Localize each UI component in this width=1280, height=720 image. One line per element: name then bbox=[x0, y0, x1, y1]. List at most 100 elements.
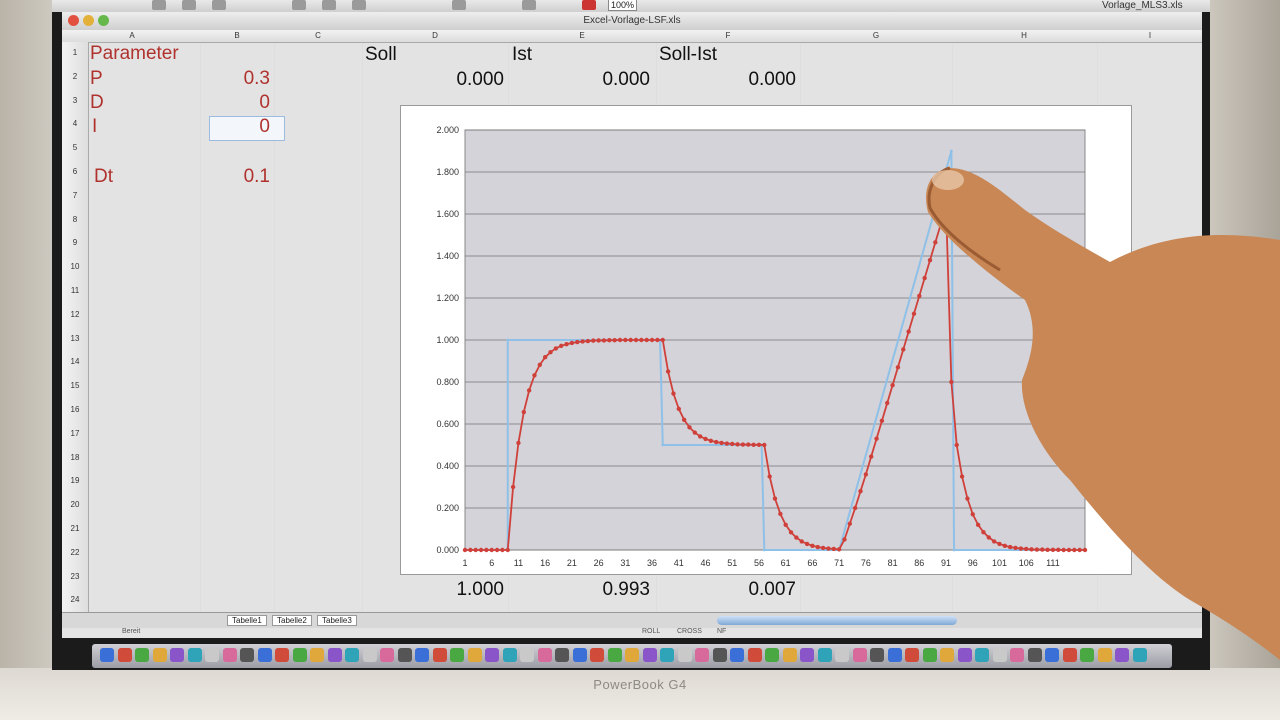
dock-app-icon[interactable] bbox=[450, 648, 464, 662]
cell-b2[interactable]: 0.3 bbox=[202, 68, 270, 90]
cell-d24[interactable]: 1.000 bbox=[362, 579, 504, 601]
dock-app-icon[interactable] bbox=[1062, 648, 1077, 662]
dock-app-icon[interactable] bbox=[467, 648, 482, 662]
dock-app-icon[interactable] bbox=[1132, 648, 1147, 662]
dock-app-icon[interactable] bbox=[152, 648, 167, 662]
column-header-i[interactable]: I bbox=[1140, 31, 1160, 40]
dock-app-icon[interactable] bbox=[362, 648, 377, 662]
row-header-19[interactable]: 19 bbox=[62, 476, 88, 485]
autosum-icon[interactable] bbox=[452, 0, 466, 10]
dock-app-icon[interactable] bbox=[380, 648, 394, 662]
dock-app-icon[interactable] bbox=[660, 648, 674, 662]
row-header-5[interactable]: 5 bbox=[62, 143, 88, 152]
dock-app-icon[interactable] bbox=[765, 648, 779, 662]
row-header-1[interactable]: 1 bbox=[62, 48, 88, 57]
dock-app-icon[interactable] bbox=[100, 648, 114, 662]
dock-app-icon[interactable] bbox=[170, 648, 184, 662]
horizontal-scrollbar[interactable] bbox=[717, 616, 957, 625]
dock-app-icon[interactable] bbox=[835, 648, 849, 662]
dock-app-icon[interactable] bbox=[642, 648, 657, 662]
dock-app-icon[interactable] bbox=[205, 648, 219, 662]
cell-a2[interactable]: P bbox=[90, 68, 103, 90]
cell-a1[interactable]: Parameter bbox=[90, 43, 179, 65]
cell-e24[interactable]: 0.993 bbox=[508, 579, 650, 601]
cell-a4[interactable]: I bbox=[92, 116, 97, 138]
dock-app-icon[interactable] bbox=[135, 648, 149, 662]
row-header-7[interactable]: 7 bbox=[62, 191, 88, 200]
row-header-12[interactable]: 12 bbox=[62, 310, 88, 319]
column-header-a[interactable]: A bbox=[122, 31, 142, 40]
column-header-d[interactable]: D bbox=[425, 31, 445, 40]
row-header-16[interactable]: 16 bbox=[62, 405, 88, 414]
dock-app-icon[interactable] bbox=[677, 648, 692, 662]
dock-app-icon[interactable] bbox=[310, 648, 324, 662]
row-header-10[interactable]: 10 bbox=[62, 262, 88, 271]
cell-b3[interactable]: 0 bbox=[202, 92, 270, 114]
row-header-22[interactable]: 22 bbox=[62, 548, 88, 557]
dock-app-icon[interactable] bbox=[992, 648, 1007, 662]
cell-b6[interactable]: 0.1 bbox=[202, 166, 270, 188]
dock-app-icon[interactable] bbox=[590, 648, 604, 662]
dock-app-icon[interactable] bbox=[572, 648, 587, 662]
row-header-20[interactable]: 20 bbox=[62, 500, 88, 509]
dock-app-icon[interactable] bbox=[957, 648, 972, 662]
dock-app-icon[interactable] bbox=[537, 648, 552, 662]
new-icon[interactable] bbox=[152, 0, 166, 10]
dock-app-icon[interactable] bbox=[345, 648, 359, 662]
row-header-15[interactable]: 15 bbox=[62, 381, 88, 390]
dock-app-icon[interactable] bbox=[1010, 648, 1024, 662]
row-header-3[interactable]: 3 bbox=[62, 96, 88, 105]
dock-app-icon[interactable] bbox=[415, 648, 429, 662]
dock-app-icon[interactable] bbox=[922, 648, 937, 662]
dock-app-icon[interactable] bbox=[870, 648, 884, 662]
cell-e2[interactable]: 0.000 bbox=[508, 69, 650, 91]
row-header-8[interactable]: 8 bbox=[62, 215, 88, 224]
row-header-9[interactable]: 9 bbox=[62, 238, 88, 247]
column-header-e[interactable]: E bbox=[572, 31, 592, 40]
sort-icon[interactable] bbox=[522, 0, 536, 10]
dock-app-icon[interactable] bbox=[887, 648, 902, 662]
dock-app-icon[interactable] bbox=[1080, 648, 1094, 662]
cell-a6[interactable]: Dt bbox=[94, 166, 113, 188]
dock-app-icon[interactable] bbox=[1115, 648, 1129, 662]
tab-tabelle2[interactable]: Tabelle2 bbox=[272, 615, 312, 626]
row-header-11[interactable]: 11 bbox=[62, 286, 88, 295]
dock-app-icon[interactable] bbox=[397, 648, 412, 662]
dock-app-icon[interactable] bbox=[1027, 648, 1042, 662]
dock-app-icon[interactable] bbox=[625, 648, 639, 662]
print-icon[interactable] bbox=[212, 0, 226, 10]
column-header-f[interactable]: F bbox=[718, 31, 738, 40]
row-header-24[interactable]: 24 bbox=[62, 595, 88, 604]
dock-app-icon[interactable] bbox=[485, 648, 499, 662]
dock-app-icon[interactable] bbox=[292, 648, 307, 662]
column-header-g[interactable]: G bbox=[866, 31, 886, 40]
cell-f2[interactable]: 0.000 bbox=[656, 69, 796, 91]
dock-app-icon[interactable] bbox=[555, 648, 569, 662]
dock-app-icon[interactable] bbox=[1045, 648, 1059, 662]
dock-app-icon[interactable] bbox=[117, 648, 132, 662]
cell-d1[interactable]: Soll bbox=[365, 44, 397, 66]
dock-app-icon[interactable] bbox=[800, 648, 814, 662]
dock-app-icon[interactable] bbox=[327, 648, 342, 662]
column-header-c[interactable]: C bbox=[308, 31, 328, 40]
cell-e1[interactable]: Ist bbox=[512, 44, 532, 66]
dock-app-icon[interactable] bbox=[712, 648, 727, 662]
row-header-18[interactable]: 18 bbox=[62, 453, 88, 462]
dock-app-icon[interactable] bbox=[502, 648, 517, 662]
dock-app-icon[interactable] bbox=[1097, 648, 1112, 662]
dock-app-icon[interactable] bbox=[257, 648, 272, 662]
cell-d2[interactable]: 0.000 bbox=[362, 69, 504, 91]
column-header-h[interactable]: H bbox=[1014, 31, 1034, 40]
cut-icon[interactable] bbox=[292, 0, 306, 10]
paste-icon[interactable] bbox=[352, 0, 366, 10]
copy-icon[interactable] bbox=[322, 0, 336, 10]
cell-f24[interactable]: 0.007 bbox=[656, 579, 796, 601]
row-header-14[interactable]: 14 bbox=[62, 357, 88, 366]
column-header-b[interactable]: B bbox=[227, 31, 247, 40]
cell-f1[interactable]: Soll-Ist bbox=[659, 44, 717, 66]
chart[interactable]: 0.000 0.200 0.400 0.600 0.800 1.000 1.200 1.400… bbox=[400, 105, 1132, 575]
row-header-6[interactable]: 6 bbox=[62, 167, 88, 176]
tab-tabelle3[interactable]: Tabelle3 bbox=[317, 615, 357, 626]
row-header-17[interactable]: 17 bbox=[62, 429, 88, 438]
chart-wizard-icon[interactable] bbox=[582, 0, 596, 10]
